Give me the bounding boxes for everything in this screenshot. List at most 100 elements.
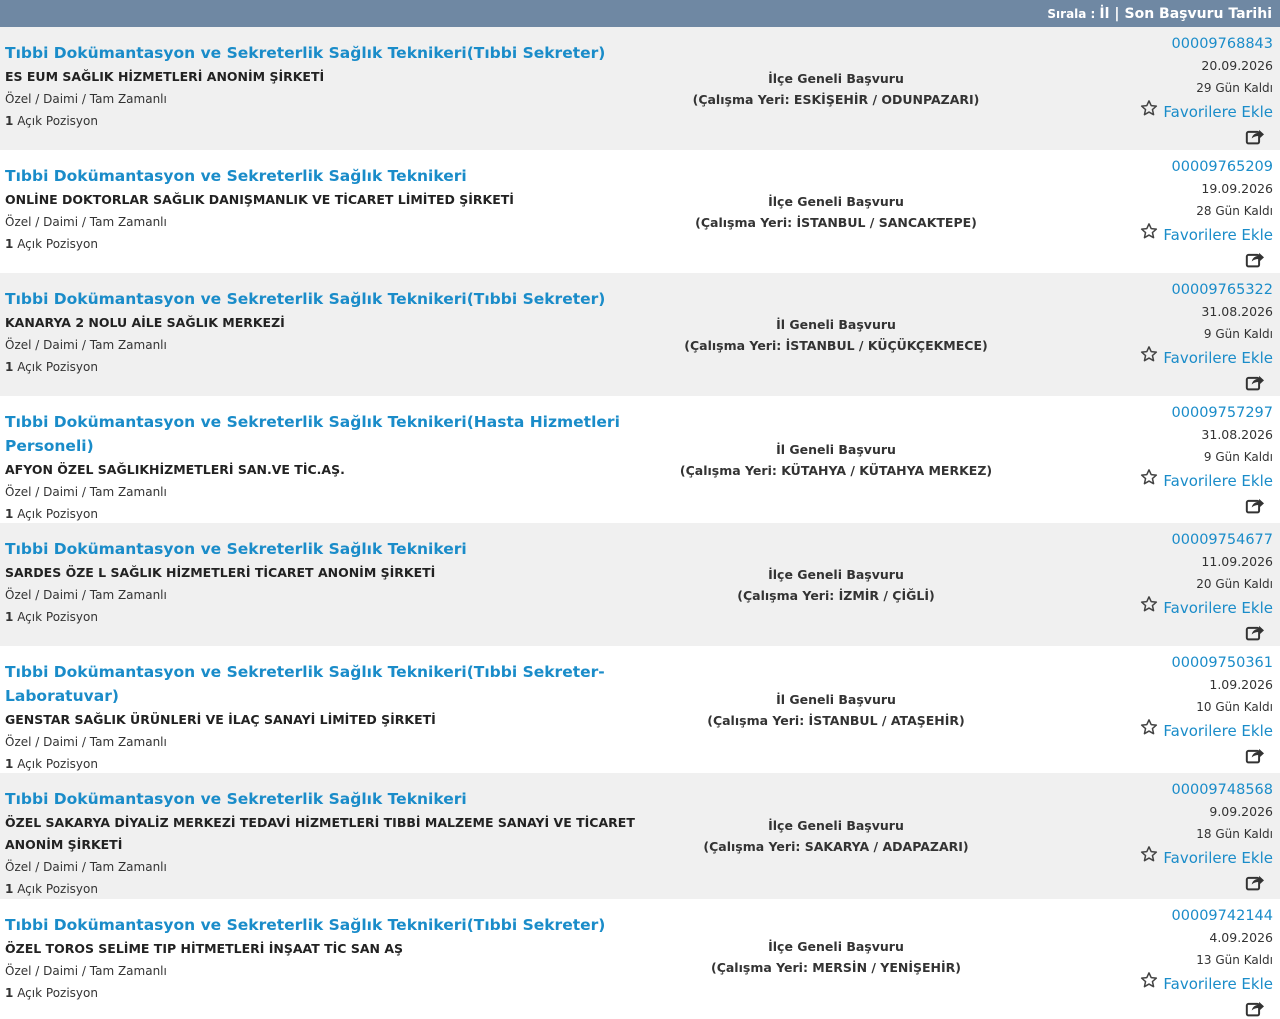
listing-number-link[interactable]: 00009742144 bbox=[1172, 905, 1273, 927]
positions-count: 1 bbox=[5, 360, 14, 374]
listing-actions: 00009765209 19.09.2026 28 Gün Kaldı Favoril… bbox=[1140, 156, 1273, 270]
application-scope: İl Geneli Başvuru (Çalışma Yeri: KÜTAHYA … bbox=[620, 396, 1052, 523]
add-favorite-label: Favorilere Ekle bbox=[1163, 721, 1273, 740]
positions-count: 1 bbox=[5, 610, 14, 624]
workplace-text: (Çalışma Yeri: İSTANBUL / KÜÇÜKÇEKMECE) bbox=[684, 337, 988, 353]
open-positions: 1 Açık Pozisyon bbox=[5, 356, 640, 378]
positions-label: Açık Pozisyon bbox=[17, 360, 98, 374]
job-listing-row: Tıbbi Dokümantasyon ve Sekreterlik Sağlı… bbox=[0, 150, 1280, 273]
listing-number-link[interactable]: 00009765322 bbox=[1172, 279, 1273, 301]
positions-count: 1 bbox=[5, 882, 14, 896]
share-icon[interactable] bbox=[1245, 494, 1265, 516]
days-left: 28 Gün Kaldı bbox=[1196, 204, 1273, 218]
listing-actions: 00009742144 4.09.2026 13 Gün Kaldı Favorile… bbox=[1140, 905, 1273, 1019]
positions-count: 1 bbox=[5, 507, 14, 521]
share-icon[interactable] bbox=[1245, 248, 1265, 270]
job-title-link[interactable]: Tıbbi Dokümantasyon ve Sekreterlik Sağlı… bbox=[5, 660, 640, 708]
application-scope: İlçe Geneli Başvuru (Çalışma Yeri: İSTANB… bbox=[620, 150, 1052, 273]
deadline-date: 31.08.2026 bbox=[1201, 304, 1273, 319]
employment-type: Özel / Daimi / Tam Zamanlı bbox=[5, 588, 167, 602]
add-favorite-label: Favorilere Ekle bbox=[1163, 225, 1273, 244]
share-icon[interactable] bbox=[1245, 621, 1265, 643]
job-title-link[interactable]: Tıbbi Dokümantasyon ve Sekreterlik Sağlı… bbox=[5, 787, 640, 811]
listing-info: Tıbbi Dokümantasyon ve Sekreterlik Sağlı… bbox=[0, 27, 640, 150]
positions-count: 1 bbox=[5, 986, 14, 1000]
workplace-text: (Çalışma Yeri: İZMİR / ÇİĞLİ) bbox=[737, 587, 935, 603]
listing-number-link[interactable]: 00009754677 bbox=[1172, 529, 1273, 551]
add-favorite-label: Favorilere Ekle bbox=[1163, 848, 1273, 867]
share-icon[interactable] bbox=[1245, 125, 1265, 147]
company-name: ES EUM SAĞLIK HİZMETLERİ ANONİM ŞİRKETİ bbox=[5, 69, 325, 84]
apply-scope-text: İl Geneli Başvuru bbox=[776, 691, 896, 707]
workplace-text: (Çalışma Yeri: MERSİN / YENİŞEHİR) bbox=[710, 959, 961, 975]
add-favorite-label: Favorilere Ekle bbox=[1163, 974, 1273, 993]
listing-number-link[interactable]: 00009748568 bbox=[1172, 779, 1273, 801]
add-favorite-button[interactable]: Favorilere Ekle bbox=[1140, 222, 1273, 247]
share-icon[interactable] bbox=[1245, 997, 1265, 1019]
application-scope: İlçe Geneli Başvuru (Çalışma Yeri: ESKİŞE… bbox=[620, 27, 1052, 150]
employment-type: Özel / Daimi / Tam Zamanlı bbox=[5, 964, 167, 978]
positions-label: Açık Pozisyon bbox=[17, 757, 98, 771]
listing-actions: 00009757297 31.08.2026 9 Gün Kaldı Favorile… bbox=[1140, 402, 1273, 516]
days-left: 18 Gün Kaldı bbox=[1196, 827, 1273, 841]
employment-type: Özel / Daimi / Tam Zamanlı bbox=[5, 338, 167, 352]
listing-number-link[interactable]: 00009765209 bbox=[1172, 156, 1273, 178]
sort-option-date[interactable]: Son Başvuru Tarihi bbox=[1125, 6, 1273, 22]
company-name: AFYON ÖZEL SAĞLIKHİZMETLERİ SAN.VE TİC.A… bbox=[5, 462, 345, 477]
positions-label: Açık Pozisyon bbox=[17, 237, 98, 251]
star-icon bbox=[1140, 718, 1163, 743]
listing-number-link[interactable]: 00009768843 bbox=[1172, 33, 1273, 55]
apply-scope-text: İlçe Geneli Başvuru bbox=[768, 818, 904, 833]
listing-number-link[interactable]: 00009757297 bbox=[1172, 402, 1273, 424]
add-favorite-label: Favorilere Ekle bbox=[1163, 471, 1273, 490]
positions-label: Açık Pozisyon bbox=[17, 610, 98, 624]
add-favorite-button[interactable]: Favorilere Ekle bbox=[1140, 971, 1273, 996]
listing-info: Tıbbi Dokümantasyon ve Sekreterlik Sağlı… bbox=[0, 396, 640, 523]
days-left: 9 Gün Kaldı bbox=[1203, 450, 1273, 464]
deadline-date: 4.09.2026 bbox=[1209, 930, 1273, 945]
add-favorite-button[interactable]: Favorilere Ekle bbox=[1140, 99, 1273, 124]
apply-scope-text: İl Geneli Başvuru bbox=[776, 316, 896, 332]
listing-actions: 00009765322 31.08.2026 9 Gün Kaldı Favorile… bbox=[1140, 279, 1273, 393]
job-listing-row: Tıbbi Dokümantasyon ve Sekreterlik Sağlı… bbox=[0, 646, 1280, 773]
share-icon[interactable] bbox=[1245, 371, 1265, 393]
job-title-link[interactable]: Tıbbi Dokümantasyon ve Sekreterlik Sağlı… bbox=[5, 287, 640, 311]
job-title-link[interactable]: Tıbbi Dokümantasyon ve Sekreterlik Sağlı… bbox=[5, 164, 640, 188]
job-listing-row: Tıbbi Dokümantasyon ve Sekreterlik Sağlı… bbox=[0, 773, 1280, 899]
deadline-date: 31.08.2026 bbox=[1201, 427, 1273, 442]
company-name: KANARYA 2 NOLU AİLE SAĞLIK MERKEZİ bbox=[5, 315, 285, 330]
application-scope: İl Geneli Başvuru (Çalışma Yeri: İSTANBUL… bbox=[620, 273, 1052, 396]
share-icon[interactable] bbox=[1245, 871, 1265, 893]
workplace-text: (Çalışma Yeri: ESKİŞEHİR / ODUNPAZARI) bbox=[692, 91, 980, 107]
job-title-link[interactable]: Tıbbi Dokümantasyon ve Sekreterlik Sağlı… bbox=[5, 537, 640, 561]
company-name: ÖZEL TOROS SELİME TIP HİTMETLERİ İNŞAAT … bbox=[5, 941, 403, 956]
open-positions: 1 Açık Pozisyon bbox=[5, 982, 640, 1004]
listing-number-link[interactable]: 00009750361 bbox=[1172, 652, 1273, 674]
days-left: 29 Gün Kaldı bbox=[1196, 81, 1273, 95]
add-favorite-button[interactable]: Favorilere Ekle bbox=[1140, 468, 1273, 493]
job-title-link[interactable]: Tıbbi Dokümantasyon ve Sekreterlik Sağlı… bbox=[5, 410, 640, 458]
company-name: SARDES ÖZE L SAĞLIK HİZMETLERİ TİCARET A… bbox=[5, 565, 436, 580]
listing-info: Tıbbi Dokümantasyon ve Sekreterlik Sağlı… bbox=[0, 150, 640, 273]
days-left: 20 Gün Kaldı bbox=[1196, 577, 1273, 591]
job-title-link[interactable]: Tıbbi Dokümantasyon ve Sekreterlik Sağlı… bbox=[5, 41, 640, 65]
add-favorite-button[interactable]: Favorilere Ekle bbox=[1140, 595, 1273, 620]
application-scope: İlçe Geneli Başvuru (Çalışma Yeri: İZMİR … bbox=[620, 523, 1052, 646]
deadline-date: 9.09.2026 bbox=[1209, 804, 1273, 819]
employment-type: Özel / Daimi / Tam Zamanlı bbox=[5, 215, 167, 229]
positions-label: Açık Pozisyon bbox=[17, 882, 98, 896]
add-favorite-button[interactable]: Favorilere Ekle bbox=[1140, 718, 1273, 743]
share-icon[interactable] bbox=[1245, 744, 1265, 766]
workplace-text: (Çalışma Yeri: SAKARYA / ADAPAZARI) bbox=[703, 839, 969, 854]
sort-separator: | bbox=[1114, 5, 1120, 22]
deadline-date: 1.09.2026 bbox=[1209, 677, 1273, 692]
company-name: GENSTAR SAĞLIK ÜRÜNLERİ VE İLAÇ SANAYİ L… bbox=[5, 712, 436, 727]
add-favorite-button[interactable]: Favorilere Ekle bbox=[1140, 345, 1273, 370]
apply-scope-text: İlçe Geneli Başvuru bbox=[768, 193, 904, 209]
job-title-link[interactable]: Tıbbi Dokümantasyon ve Sekreterlik Sağlı… bbox=[5, 913, 640, 937]
open-positions: 1 Açık Pozisyon bbox=[5, 606, 640, 628]
sort-option-il[interactable]: İl bbox=[1099, 6, 1109, 22]
sort-bar: Sırala : İl | Son Başvuru Tarihi bbox=[0, 0, 1280, 27]
application-scope: İlçe Geneli Başvuru (Çalışma Yeri: SAKARY… bbox=[620, 773, 1052, 899]
add-favorite-button[interactable]: Favorilere Ekle bbox=[1140, 845, 1273, 870]
